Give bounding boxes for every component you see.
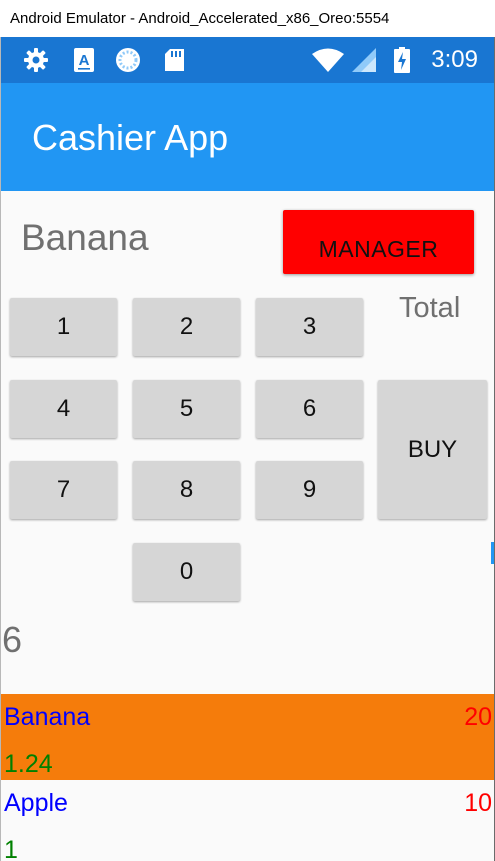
key-0-button[interactable]: 0 xyxy=(133,543,240,601)
key-6-button[interactable]: 6 xyxy=(256,380,363,438)
emulator-edge-marker xyxy=(491,542,494,564)
battery-charging-icon xyxy=(394,47,410,73)
svg-text:A: A xyxy=(79,52,90,69)
window-titlebar: Android Emulator - Android_Accelerated_x… xyxy=(0,0,495,38)
product-name: Apple xyxy=(4,789,68,817)
buy-button[interactable]: BUY xyxy=(378,380,487,519)
signal-icon xyxy=(352,48,376,72)
gear-icon xyxy=(24,48,48,72)
status-bar: A 3:09 xyxy=(1,37,494,83)
product-quantity: 20 xyxy=(464,703,492,731)
total-label: Total xyxy=(399,292,461,324)
key-8-button[interactable]: 8 xyxy=(133,461,240,519)
key-7-button[interactable]: 7 xyxy=(10,461,117,519)
manager-button[interactable]: MANAGER xyxy=(283,210,474,274)
product-price: 1.24 xyxy=(4,750,53,778)
key-5-button[interactable]: 5 xyxy=(133,380,240,438)
loading-circle-icon xyxy=(116,48,140,72)
product-row-banana[interactable]: Banana 20 1.24 xyxy=(1,694,494,780)
window-title: Android Emulator - Android_Accelerated_x… xyxy=(10,10,390,27)
emulator-screen: A 3:09 Cashier App Banana MANAGER Total … xyxy=(0,37,495,861)
clock: 3:09 xyxy=(431,46,478,73)
app-title: Cashier App xyxy=(32,117,229,158)
product-name: Banana xyxy=(4,703,91,731)
key-2-button[interactable]: 2 xyxy=(133,298,240,356)
key-1-button[interactable]: 1 xyxy=(10,298,117,356)
key-3-button[interactable]: 3 xyxy=(256,298,363,356)
key-4-button[interactable]: 4 xyxy=(10,380,117,438)
sd-card-icon xyxy=(165,49,184,71)
product-quantity: 10 xyxy=(464,789,492,817)
product-price: 1 xyxy=(4,836,18,861)
selected-item-label: Banana xyxy=(21,217,149,258)
a-letter-icon: A xyxy=(74,48,94,72)
product-row-apple[interactable]: Apple 10 1 xyxy=(1,780,494,861)
wifi-icon xyxy=(312,48,344,72)
key-9-button[interactable]: 9 xyxy=(256,461,363,519)
quantity-display: 6 xyxy=(2,619,23,660)
app-bar: Cashier App xyxy=(1,83,494,191)
